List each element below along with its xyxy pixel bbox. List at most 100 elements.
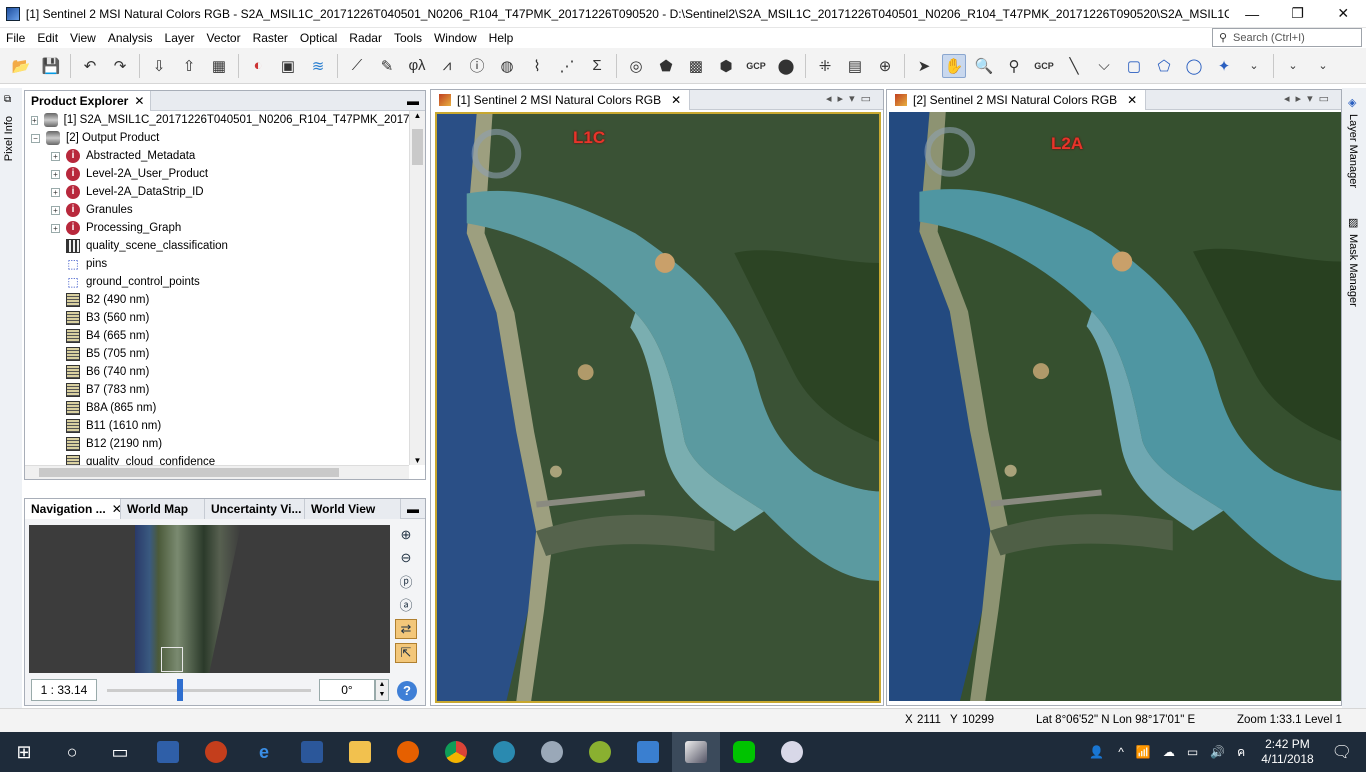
mask-manager-tab[interactable]: Mask Manager — [1347, 234, 1359, 307]
mask-icon[interactable]: ⬟ — [654, 54, 678, 78]
word-icon[interactable] — [288, 732, 336, 772]
app-launcher-icon[interactable] — [144, 732, 192, 772]
clock[interactable]: 2:42 PM 4/11/2018 — [1261, 737, 1314, 767]
volume-icon[interactable]: 🔊 — [1210, 745, 1225, 759]
layer-manager-icon[interactable]: ◈ — [1348, 96, 1356, 109]
pin-placing-tool-icon[interactable]: ⚲ — [1002, 54, 1026, 78]
wave-icon[interactable]: ≋ — [306, 54, 330, 78]
menu-layer[interactable]: Layer — [159, 28, 201, 48]
input-language-icon[interactable]: ค — [1237, 743, 1245, 762]
sync-cursor-icon[interactable]: ⇱ — [395, 643, 417, 663]
toolbar-overflow-icon[interactable]: ⌄ — [1281, 54, 1305, 78]
tab-world-view[interactable]: World View — [305, 498, 401, 519]
close-button[interactable]: ✕ — [1320, 0, 1366, 28]
zoom-slider-knob[interactable] — [177, 679, 183, 701]
expand-toggle-icon[interactable]: − — [31, 133, 40, 143]
tree-item[interactable]: + i Level-2A_DataStrip_ID — [25, 183, 409, 201]
tree-item[interactable]: + i Granules — [25, 201, 409, 219]
band-maths-icon[interactable]: ▦ — [207, 54, 231, 78]
expand-toggle-icon[interactable]: + — [51, 205, 60, 215]
select-tool-icon[interactable]: ➤ — [912, 54, 936, 78]
tab-uncertainty-visualisation[interactable]: Uncertainty Vi... — [205, 498, 305, 519]
magnifier-app-icon[interactable] — [480, 732, 528, 772]
wifi-icon[interactable]: 📶 — [1136, 745, 1151, 759]
import-icon[interactable]: ⇩ — [147, 54, 171, 78]
polyline-tool-icon[interactable]: ⌵ — [1092, 54, 1116, 78]
overlay-icon[interactable]: ⬤ — [774, 54, 798, 78]
expand-toggle-icon[interactable]: + — [51, 169, 60, 179]
snap-taskbar-icon[interactable] — [672, 732, 720, 772]
menu-radar[interactable]: Radar — [343, 28, 388, 48]
expand-toggle-icon[interactable]: + — [31, 115, 38, 125]
navigation-overview[interactable] — [29, 525, 390, 673]
menu-edit[interactable]: Edit — [31, 28, 64, 48]
zoom-in-icon[interactable]: ⊕ — [395, 525, 417, 545]
tree-item[interactable]: + i Processing_Graph — [25, 219, 409, 237]
polygon-tool-icon[interactable]: ⬠ — [1152, 54, 1176, 78]
paint-icon[interactable] — [768, 732, 816, 772]
close-icon[interactable]: ✕ — [671, 93, 681, 107]
histogram-icon[interactable]: ⩘ — [435, 54, 459, 78]
export-icon[interactable]: ⇧ — [177, 54, 201, 78]
sync-views-icon[interactable]: ⁜ — [813, 54, 837, 78]
maximize-button[interactable]: ❐ — [1275, 0, 1321, 28]
help-icon[interactable]: ? — [397, 681, 417, 701]
rotation-angle-field[interactable]: 0° — [319, 679, 375, 701]
rgb-image-icon[interactable]: ◐ — [246, 54, 270, 78]
zoom-slider[interactable] — [107, 689, 311, 692]
vertical-scrollbar[interactable]: ▲ ▼ — [409, 111, 425, 465]
menu-raster[interactable]: Raster — [247, 28, 294, 48]
tree-item[interactable]: ⬚ ground_control_points — [25, 273, 409, 291]
start-button-icon[interactable]: ⊞ — [0, 732, 48, 772]
angle-spinner[interactable]: ▲ ▼ — [375, 679, 389, 701]
menu-vector[interactable]: Vector — [201, 28, 247, 48]
ellipse-tool-icon[interactable]: ◯ — [1182, 54, 1206, 78]
onedrive-icon[interactable]: ☁ — [1163, 745, 1175, 759]
qgis-icon[interactable] — [576, 732, 624, 772]
layer-manager-tab[interactable]: Layer Manager — [1347, 114, 1359, 188]
close-icon[interactable]: ✕ — [134, 94, 144, 108]
view-controls[interactable]: ◂▸▾▭ — [1284, 92, 1335, 105]
pin-manager-icon[interactable]: ⬢ — [714, 54, 738, 78]
menu-window[interactable]: Window — [428, 28, 483, 48]
view-controls[interactable]: ◂▸▾▭ — [826, 92, 877, 105]
search-input[interactable]: Search (Ctrl+I) — [1233, 32, 1305, 44]
tab-navigation[interactable]: Navigation ... ✕ — [25, 498, 121, 519]
scatter-plot-icon[interactable]: ⋰ — [555, 54, 579, 78]
close-icon[interactable]: ✕ — [112, 502, 120, 516]
satellite-image-l2a[interactable]: L2A — [889, 112, 1341, 701]
minimize-panel-icon[interactable]: ▬ — [401, 94, 425, 108]
task-view-icon[interactable]: ▭ — [96, 732, 144, 772]
scroll-thumb[interactable] — [39, 468, 339, 477]
tree-item[interactable]: − [2] Output Product — [25, 129, 409, 147]
cortana-search-icon[interactable]: ○ — [48, 732, 96, 772]
horizontal-scrollbar[interactable] — [25, 465, 409, 479]
viewport-rectangle[interactable] — [161, 647, 183, 672]
tree-item[interactable]: ⬚ pins — [25, 255, 409, 273]
tree-item[interactable]: + i Abstracted_Metadata — [25, 147, 409, 165]
menu-view[interactable]: View — [64, 28, 102, 48]
pixel-info-tab[interactable]: Pixel Info — [3, 116, 15, 161]
tile-views-icon[interactable]: ▤ — [843, 54, 867, 78]
tree-item[interactable]: B5 (705 nm) — [25, 345, 409, 363]
minimize-panel-icon[interactable]: ▬ — [401, 502, 425, 516]
network-app-icon[interactable] — [624, 732, 672, 772]
graph-builder-icon[interactable]: ⟋ — [345, 54, 369, 78]
sync-views-icon[interactable]: ⇄ — [395, 619, 417, 639]
menu-tools[interactable]: Tools — [388, 28, 428, 48]
world-map-icon[interactable]: ⊕ — [873, 54, 897, 78]
magic-wand-icon[interactable]: ✦ — [1212, 54, 1236, 78]
statistics-icon[interactable]: Σ — [585, 54, 609, 78]
tree-item[interactable]: quality_cloud_confidence — [25, 453, 409, 465]
expand-toggle-icon[interactable]: + — [51, 151, 60, 161]
open-product-icon[interactable]: 📂 — [9, 54, 33, 78]
tab-view-2[interactable]: [2] Sentinel 2 MSI Natural Colors RGB ✕ — [887, 89, 1147, 110]
tree-item[interactable]: + [1] S2A_MSIL1C_20171226T040501_N0206_R1… — [25, 111, 409, 129]
pixel-info-icon[interactable]: ◎ — [624, 54, 648, 78]
satellite-image-l1c[interactable]: L1C — [435, 112, 881, 703]
undo-icon[interactable]: ↶ — [78, 54, 102, 78]
toolbar-overflow-icon[interactable]: ⌄ — [1311, 54, 1335, 78]
profile-plot-icon[interactable]: ⌇ — [525, 54, 549, 78]
tab-view-1[interactable]: [1] Sentinel 2 MSI Natural Colors RGB ✕ — [431, 89, 691, 110]
spectrum-icon[interactable]: φλ — [405, 54, 429, 78]
